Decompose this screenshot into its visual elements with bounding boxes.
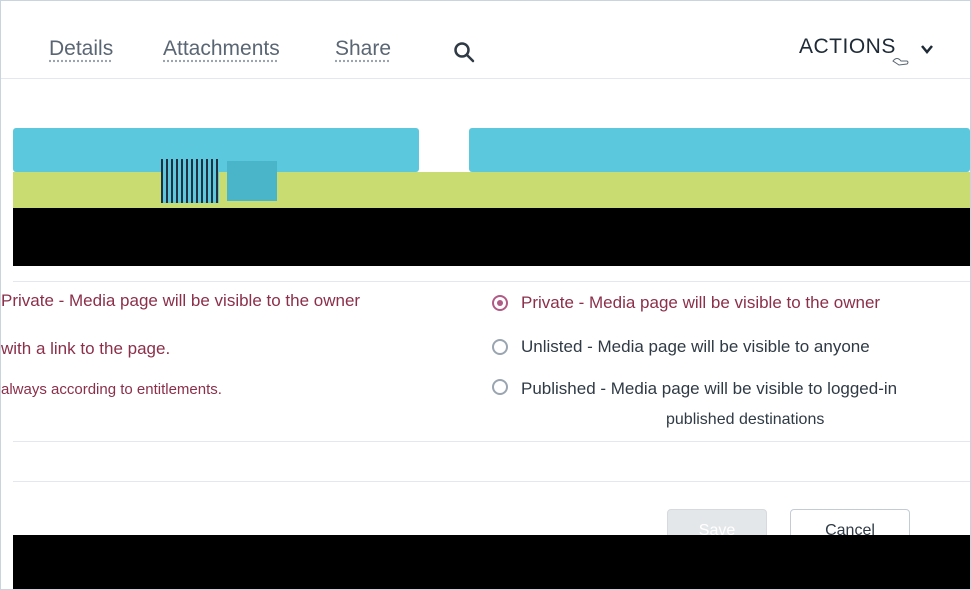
option-unlisted-label[interactable]: Unlisted - Media page will be visible to… [521,337,870,357]
card-divider [421,87,469,167]
option-card-right [469,128,970,172]
highlight-band [13,172,970,208]
search-icon[interactable] [453,41,475,63]
footer-band [13,535,970,589]
striped-graphic [161,159,219,203]
actions-menu-button[interactable]: ACTIONS [799,35,896,59]
option-published-label[interactable]: Published - Media page will be visible t… [521,379,897,399]
header-spacer [1,79,970,125]
option-published-label-cont: published destinations [666,411,825,428]
chevron-down-icon[interactable] [919,41,935,57]
teal-block [227,161,277,201]
black-band [13,208,970,266]
private-description-note: always according to entitlements. [1,381,222,398]
media-edit-panel: Details Attachments Share ACTIONS Privat… [0,0,971,590]
hand-cursor-icon [892,58,909,66]
option-private-label[interactable]: Private - Media page will be visible to … [521,293,880,313]
radio-private[interactable] [492,295,508,311]
tab-share[interactable]: Share [335,37,391,61]
divider [13,481,970,482]
private-description: Private - Media page will be visible to … [1,291,361,310]
radio-published[interactable] [492,379,508,395]
private-description-cont: with a link to the page. [1,339,171,358]
tab-attachments[interactable]: Attachments [163,37,280,61]
radio-unlisted[interactable] [492,339,508,355]
divider [13,441,970,442]
divider [13,281,970,282]
tab-details[interactable]: Details [49,37,113,61]
tab-bar: Details Attachments Share ACTIONS [1,1,970,79]
